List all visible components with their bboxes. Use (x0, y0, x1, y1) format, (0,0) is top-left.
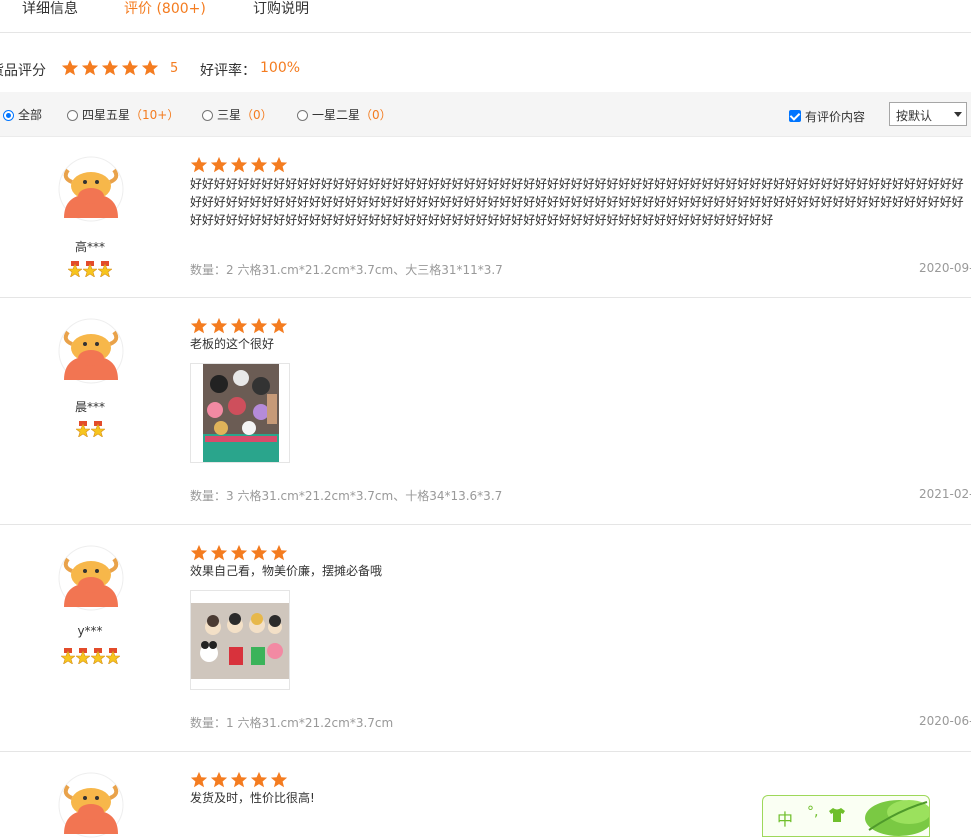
tab-details[interactable]: 详细信息 (22, 0, 78, 18)
star-icon (190, 317, 208, 334)
review-photo[interactable] (190, 590, 290, 690)
good-rate-label: 好评率： (200, 63, 256, 79)
star-icon (250, 544, 268, 561)
star-icon (210, 771, 228, 788)
star-icon (270, 156, 288, 173)
filter-good[interactable]: 四星五星（10+） (67, 106, 179, 123)
review-stars (190, 317, 290, 335)
floating-input-widget[interactable]: 中 °, (762, 795, 930, 837)
star-icon (230, 317, 248, 334)
star-icon (250, 771, 268, 788)
star-icon (101, 59, 119, 76)
review-stars (190, 544, 290, 562)
star-icon (250, 317, 268, 334)
filter-bad-label: 一星二星 (312, 108, 361, 122)
avatar (58, 772, 124, 838)
review-stars (190, 771, 290, 789)
photo-hair-accessories (203, 364, 279, 462)
radio-icon[interactable] (202, 110, 213, 121)
review-order-info: 数量：3 六格31.cm*21.2cm*3.7cm、十格34*13.6*3.7 (190, 489, 503, 503)
star-icon (210, 544, 228, 561)
review-date: 2020-09-2 (919, 261, 971, 275)
star-icon (230, 156, 248, 173)
star-icon (270, 771, 288, 788)
rating-summary: 货品评分 5 好评率： 100% (0, 58, 971, 80)
radio-selected-icon[interactable] (3, 110, 14, 121)
filter-good-count: （10+） (130, 108, 180, 122)
star-icon (230, 544, 248, 561)
widget-text: 中 (777, 810, 794, 829)
medal-icon (105, 648, 120, 664)
filter-bad-count: （0） (360, 108, 392, 122)
review-date: 2020-06-2 (919, 714, 971, 728)
star-icon (141, 59, 159, 76)
star-icon (230, 771, 248, 788)
sort-selected-value: 按默认 (896, 109, 933, 123)
avatar (58, 318, 124, 384)
reviewer-level-medals (0, 648, 180, 667)
review-item: 高*** 好好好好好好好好好好好好好好好好好好好好好好好好好好好好好好好好好好好… (0, 136, 971, 298)
review-photo[interactable] (190, 363, 290, 463)
reviewer-level-medals (0, 261, 180, 280)
star-icon (250, 156, 268, 173)
medal-icon (98, 261, 112, 277)
product-rating-label: 货品评分 (0, 63, 46, 79)
shirt-icon (829, 808, 845, 822)
widget-punct: °, (807, 804, 819, 820)
star-icon (190, 544, 208, 561)
good-rate-value: 100% (260, 60, 301, 76)
avatar (58, 545, 124, 611)
medal-icon (90, 421, 105, 437)
chevron-down-icon (954, 112, 962, 117)
star-icon (210, 156, 228, 173)
sort-select[interactable]: 按默认 (889, 102, 967, 126)
star-icon (210, 317, 228, 334)
tab-bar: 详细信息 评价 (800+) 订购说明 (0, 0, 971, 33)
leaf-decoration-icon (865, 800, 929, 836)
radio-icon[interactable] (297, 110, 308, 121)
star-icon (81, 59, 99, 76)
tab-reviews[interactable]: 评价 (800+) (124, 0, 206, 18)
review-order-info: 数量：1 六格31.cm*21.2cm*3.7cm (190, 716, 394, 730)
medal-icon (90, 648, 105, 664)
reviewer-name: 高*** (74, 240, 105, 254)
star-icon (61, 59, 79, 76)
has-content-checkbox[interactable] (789, 110, 801, 122)
filter-mid-count: （0） (241, 108, 273, 122)
filter-all-label: 全部 (18, 108, 43, 122)
has-content-label[interactable]: 有评价内容 (805, 108, 865, 125)
rating-score: 5 (170, 61, 179, 76)
review-item: 晨*** 老板的这个很好 数量：3 六格31.cm*21.2cm*3.7cm、十… (0, 298, 971, 525)
filter-mid-label: 三星 (217, 108, 242, 122)
medal-icon (75, 648, 90, 664)
reviewer-name: y*** (77, 624, 103, 638)
review-date: 2021-02-0 (919, 487, 971, 501)
reviewer-level-medals (0, 421, 180, 440)
review-item: y*** 效果自己看，物美价廉，摆摊必备哦 数量：1 六格31.cm*21.2c… (0, 525, 971, 752)
medal-icon (60, 648, 75, 664)
filter-all[interactable]: 全部 (3, 106, 42, 123)
star-icon (190, 771, 208, 788)
star-icon (121, 59, 139, 76)
review-stars (190, 156, 290, 174)
filter-good-label: 四星五星 (82, 108, 131, 122)
review-order-info: 数量：2 六格31.cm*21.2cm*3.7cm、大三格31*11*3.7 (190, 263, 503, 277)
review-text: 效果自己看，物美价廉，摆摊必备哦 (190, 564, 383, 578)
photo-doll-clips (191, 591, 289, 689)
review-text: 老板的这个很好 (190, 337, 275, 351)
medal-icon (75, 421, 90, 437)
review-text: 好好好好好好好好好好好好好好好好好好好好好好好好好好好好好好好好好好好好好好好好… (190, 177, 964, 227)
star-icon (270, 544, 288, 561)
radio-icon[interactable] (67, 110, 78, 121)
reviewer-name: 晨*** (74, 400, 105, 414)
filter-mid[interactable]: 三星（0） (202, 106, 273, 123)
filter-bad[interactable]: 一星二星（0） (297, 106, 392, 123)
medal-icon (83, 261, 97, 277)
medal-icon (68, 261, 82, 277)
tab-order-info[interactable]: 订购说明 (253, 0, 309, 18)
avatar (58, 156, 124, 222)
summary-stars (61, 59, 161, 77)
star-icon (270, 317, 288, 334)
star-icon (190, 156, 208, 173)
